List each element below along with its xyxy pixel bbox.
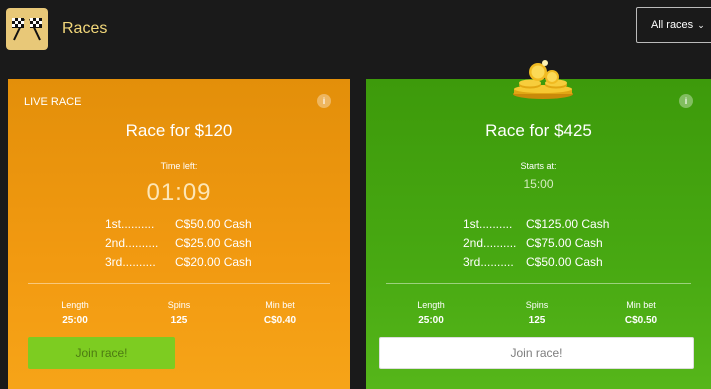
- prize-amount: C$75.00 Cash: [526, 236, 603, 250]
- stat-label: Spins: [525, 300, 549, 310]
- prize-place: 2nd..........: [105, 236, 159, 250]
- stat-spins: Spins 125: [129, 300, 229, 326]
- race-filter-dropdown[interactable]: All races ⌄: [636, 7, 711, 43]
- divider: [386, 283, 691, 284]
- stat-value: 125: [170, 315, 188, 326]
- time-label: Time left:: [160, 161, 198, 171]
- stat-label: Length: [61, 300, 89, 310]
- stat-value: C$0.40: [263, 315, 297, 326]
- stat-value: 125: [528, 315, 546, 326]
- stat-spins: Spins 125: [487, 300, 587, 326]
- stat-length: Length 25:00: [381, 300, 481, 326]
- gold-coins-icon: [508, 58, 578, 105]
- prize-place: 3rd..........: [105, 255, 156, 269]
- join-race-button[interactable]: Join race!: [379, 337, 694, 369]
- race-filter-label: All races: [651, 19, 694, 31]
- join-race-button[interactable]: Join race!: [28, 337, 175, 369]
- checkered-flags-icon[interactable]: [6, 8, 48, 50]
- stat-min-bet: Min bet C$0.50: [591, 300, 691, 326]
- prize-place: 1st..........: [463, 217, 513, 231]
- countdown-timer: 01:09: [146, 179, 212, 206]
- race-card-upcoming: i Race for $425 Starts at: 15:00 1st....…: [366, 79, 711, 389]
- prize-row: 3rd.......... C$20.00 Cash: [8, 255, 350, 275]
- prize-place: 2nd..........: [463, 236, 517, 250]
- chevron-down-icon: ⌄: [697, 19, 705, 30]
- prize-amount: C$50.00 Cash: [175, 217, 252, 231]
- start-time: 15:00: [523, 177, 554, 191]
- stat-label: Spins: [167, 300, 191, 310]
- race-card-live: LIVE RACE i Race for $120 Time left: 01:…: [8, 79, 350, 389]
- race-title: Race for $120: [125, 121, 233, 140]
- time-label: Starts at:: [520, 161, 557, 171]
- divider: [28, 283, 330, 284]
- prize-row: 2nd.......... C$25.00 Cash: [8, 236, 350, 256]
- prize-row: 1st.......... C$125.00 Cash: [366, 217, 711, 237]
- info-icon[interactable]: i: [679, 94, 693, 108]
- stat-value: 25:00: [418, 315, 444, 326]
- prize-amount: C$25.00 Cash: [175, 236, 252, 250]
- stat-length: Length 25:00: [25, 300, 125, 326]
- live-race-tag: LIVE RACE: [24, 96, 82, 108]
- stat-label: Min bet: [626, 300, 656, 310]
- page-title: Races: [62, 20, 108, 37]
- header: Races All races ⌄: [0, 0, 711, 60]
- stat-label: Length: [417, 300, 445, 310]
- prize-amount: C$125.00 Cash: [526, 217, 610, 231]
- stat-label: Min bet: [265, 300, 295, 310]
- stat-value: C$0.50: [624, 315, 658, 326]
- race-title: Race for $425: [485, 121, 592, 140]
- prize-row: 2nd.......... C$75.00 Cash: [366, 236, 711, 256]
- stat-min-bet: Min bet C$0.40: [230, 300, 330, 326]
- prize-row: 3rd.......... C$50.00 Cash: [366, 255, 711, 275]
- prize-place: 3rd..........: [463, 255, 514, 269]
- prize-amount: C$50.00 Cash: [526, 255, 603, 269]
- prize-amount: C$20.00 Cash: [175, 255, 252, 269]
- stat-value: 25:00: [62, 315, 88, 326]
- prize-place: 1st..........: [105, 217, 155, 231]
- prize-row: 1st.......... C$50.00 Cash: [8, 217, 350, 237]
- info-icon[interactable]: i: [317, 94, 331, 108]
